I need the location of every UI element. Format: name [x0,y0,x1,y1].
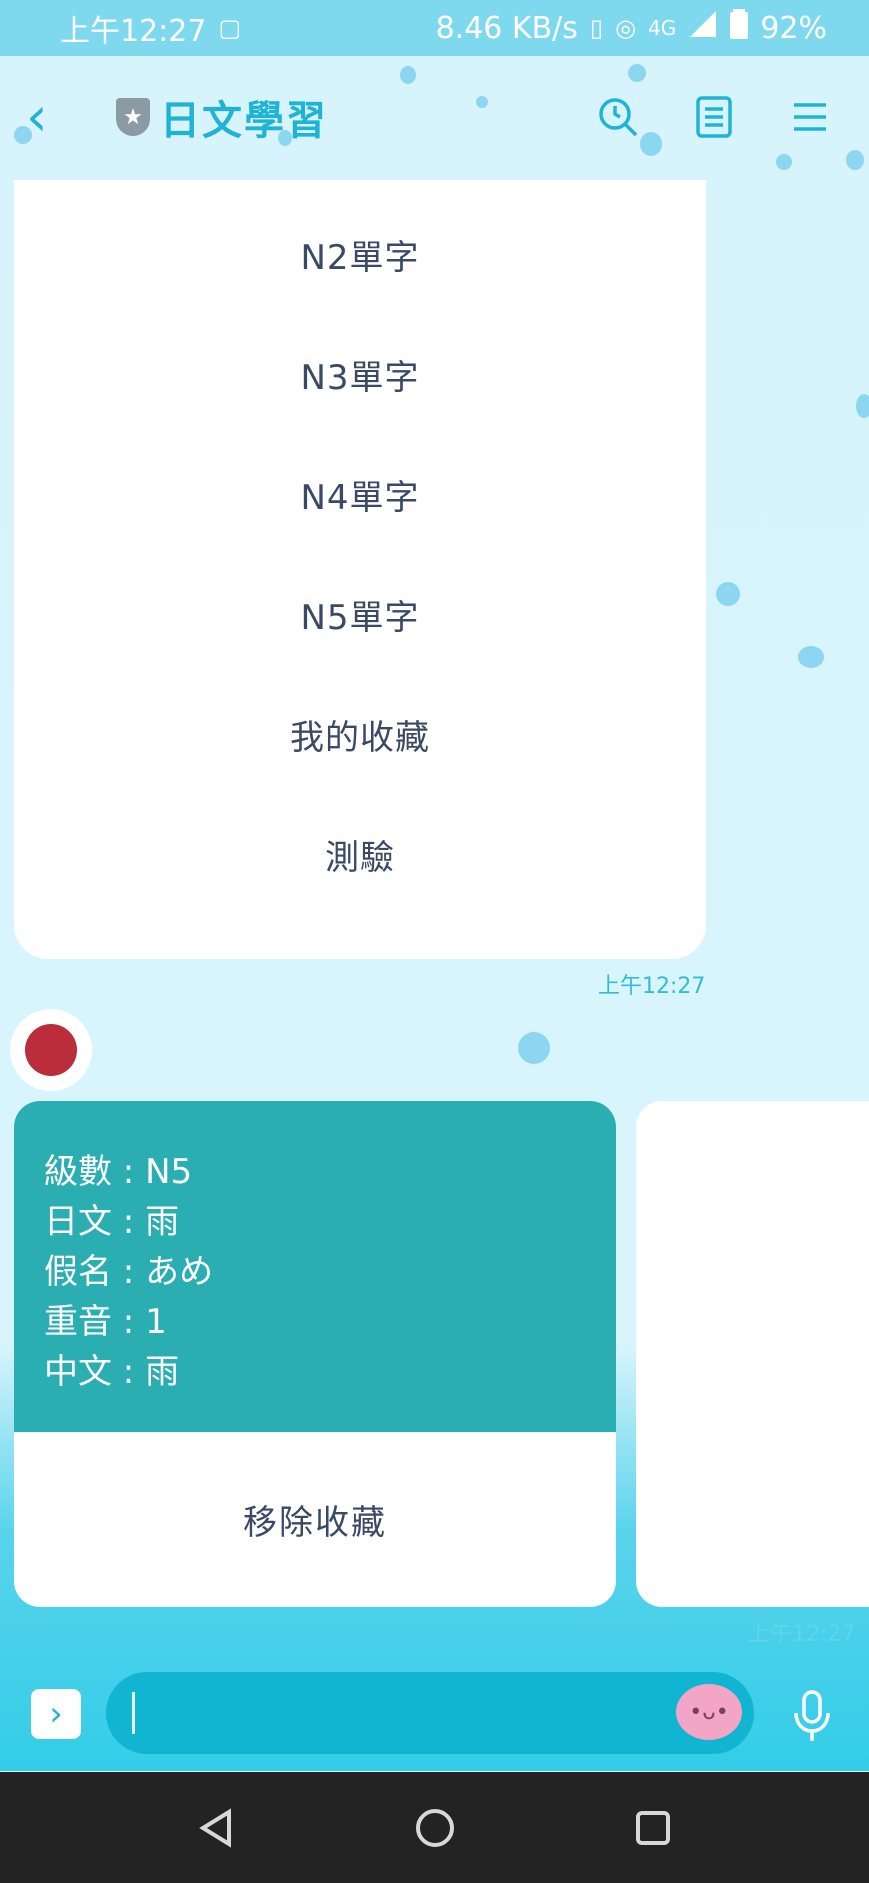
battery-level: 92% [760,10,827,46]
status-bar: 上午12:27 ▢ 8.46 KB/s ▯ ◎ 4G 92% [0,0,869,56]
navigation-bar [0,1772,869,1883]
hotspot-icon: ◎ [615,14,637,42]
menu-item-quiz[interactable]: 測驗 [14,830,706,879]
message-timestamp: 上午12:27 [598,974,706,999]
back-icon[interactable]: ‹ [26,90,66,144]
menu-item-n5[interactable]: N5單字 [14,590,706,639]
next-card-partial[interactable] [636,1101,869,1607]
message-input[interactable]: •ᴗ• [106,1672,754,1754]
remove-favorite-button[interactable]: 移除收藏 [14,1432,616,1607]
network-speed: 8.46 KB/s [435,10,578,46]
card-timestamp: 上午12:27 [748,1622,856,1647]
menu-item-favorites[interactable]: 我的收藏 [14,710,706,759]
input-bar: › •ᴗ• [0,1650,869,1772]
chat-title[interactable]: 日文學習 [160,88,328,146]
signal-icon [688,9,718,47]
word-card: 級數 : N5 日文 : 雨 假名 : あめ 重音 : 1 中文 : 雨 移除收… [14,1101,616,1607]
vibrate-icon: ▯ [589,14,604,42]
emoji-icon[interactable]: •ᴗ• [676,1684,742,1740]
chat-header: ‹ ★ 日文學習 [0,56,869,178]
notes-icon[interactable] [689,92,739,142]
menu-card: N2單字 N3單字 N4單字 N5單字 我的收藏 測驗 [14,180,706,959]
expand-icon[interactable]: › [31,1689,81,1739]
recents-icon[interactable] [629,1804,677,1852]
avatar[interactable] [10,1009,92,1091]
shield-icon: ★ [116,98,150,136]
status-time: 上午12:27 [60,14,207,49]
mic-icon[interactable] [790,1686,834,1746]
word-kana: 假名 : あめ [44,1252,214,1292]
menu-item-n4[interactable]: N4單字 [14,470,706,519]
image-icon: ▢ [218,14,242,42]
word-chinese: 中文 : 雨 [44,1352,180,1392]
home-icon[interactable] [411,1804,459,1852]
word-japanese: 日文 : 雨 [44,1202,180,1242]
avatar-image [25,1024,77,1076]
word-level: 級數 : N5 [44,1152,193,1192]
menu-item-n2[interactable]: N2單字 [14,230,706,279]
nav-back-icon[interactable] [193,1804,241,1852]
word-card-details: 級數 : N5 日文 : 雨 假名 : あめ 重音 : 1 中文 : 雨 [14,1101,616,1432]
search-icon[interactable] [593,92,643,142]
battery-icon [730,9,749,47]
menu-item-n3[interactable]: N3單字 [14,350,706,399]
text-caret [132,1692,135,1734]
menu-icon[interactable] [785,92,835,142]
network-type: 4G [648,16,677,40]
word-accent: 重音 : 1 [44,1302,167,1342]
